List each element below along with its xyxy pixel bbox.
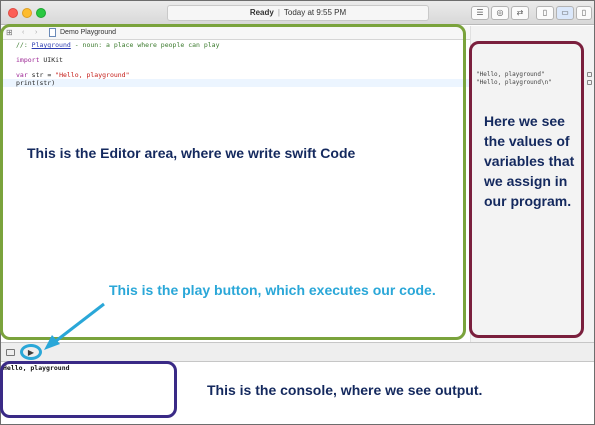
hide-debug-area-button[interactable]	[6, 349, 15, 356]
play-annotation: This is the play button, which executes …	[109, 282, 436, 298]
status-state: Ready	[249, 8, 274, 17]
standard-editor-button[interactable]: ☰	[471, 6, 489, 20]
play-button-highlight-ring	[20, 344, 42, 360]
title-bar: Ready | Today at 9:55 PM ☰ ◎ ⇄ ▯ ▭ ▯	[1, 1, 594, 25]
results-annotation: Here we see the values of variables that…	[484, 113, 575, 209]
close-window-button[interactable]	[8, 8, 18, 18]
quick-look-icon[interactable]	[587, 72, 592, 77]
version-editor-button[interactable]: ⇄	[511, 6, 529, 20]
toggle-utilities-button[interactable]: ▯	[576, 6, 592, 20]
toggle-debug-area-button[interactable]: ▭	[556, 6, 574, 20]
assistant-editor-button[interactable]: ◎	[491, 6, 509, 20]
minimize-window-button[interactable]	[22, 8, 32, 18]
bottom-panel-icon: ▭	[561, 8, 569, 17]
left-panel-icon: ▯	[542, 8, 548, 17]
zoom-window-button[interactable]	[36, 8, 46, 18]
editor-annotation: This is the Editor area, where we write …	[27, 145, 356, 161]
status-time: Today at 9:55 PM	[283, 8, 347, 17]
play-pointer-arrow	[44, 302, 105, 350]
right-panel-icon: ▯	[581, 8, 587, 17]
console-highlight-box	[0, 361, 177, 418]
console-annotation: This is the console, where we see output…	[207, 382, 483, 398]
activity-status: Ready | Today at 9:55 PM	[167, 5, 429, 21]
lines-icon: ☰	[476, 8, 484, 17]
arrows-icon: ⇄	[516, 8, 524, 17]
rings-icon: ◎	[496, 8, 504, 17]
toggle-navigator-button[interactable]: ▯	[536, 6, 554, 20]
quick-look-icon[interactable]	[587, 80, 592, 85]
